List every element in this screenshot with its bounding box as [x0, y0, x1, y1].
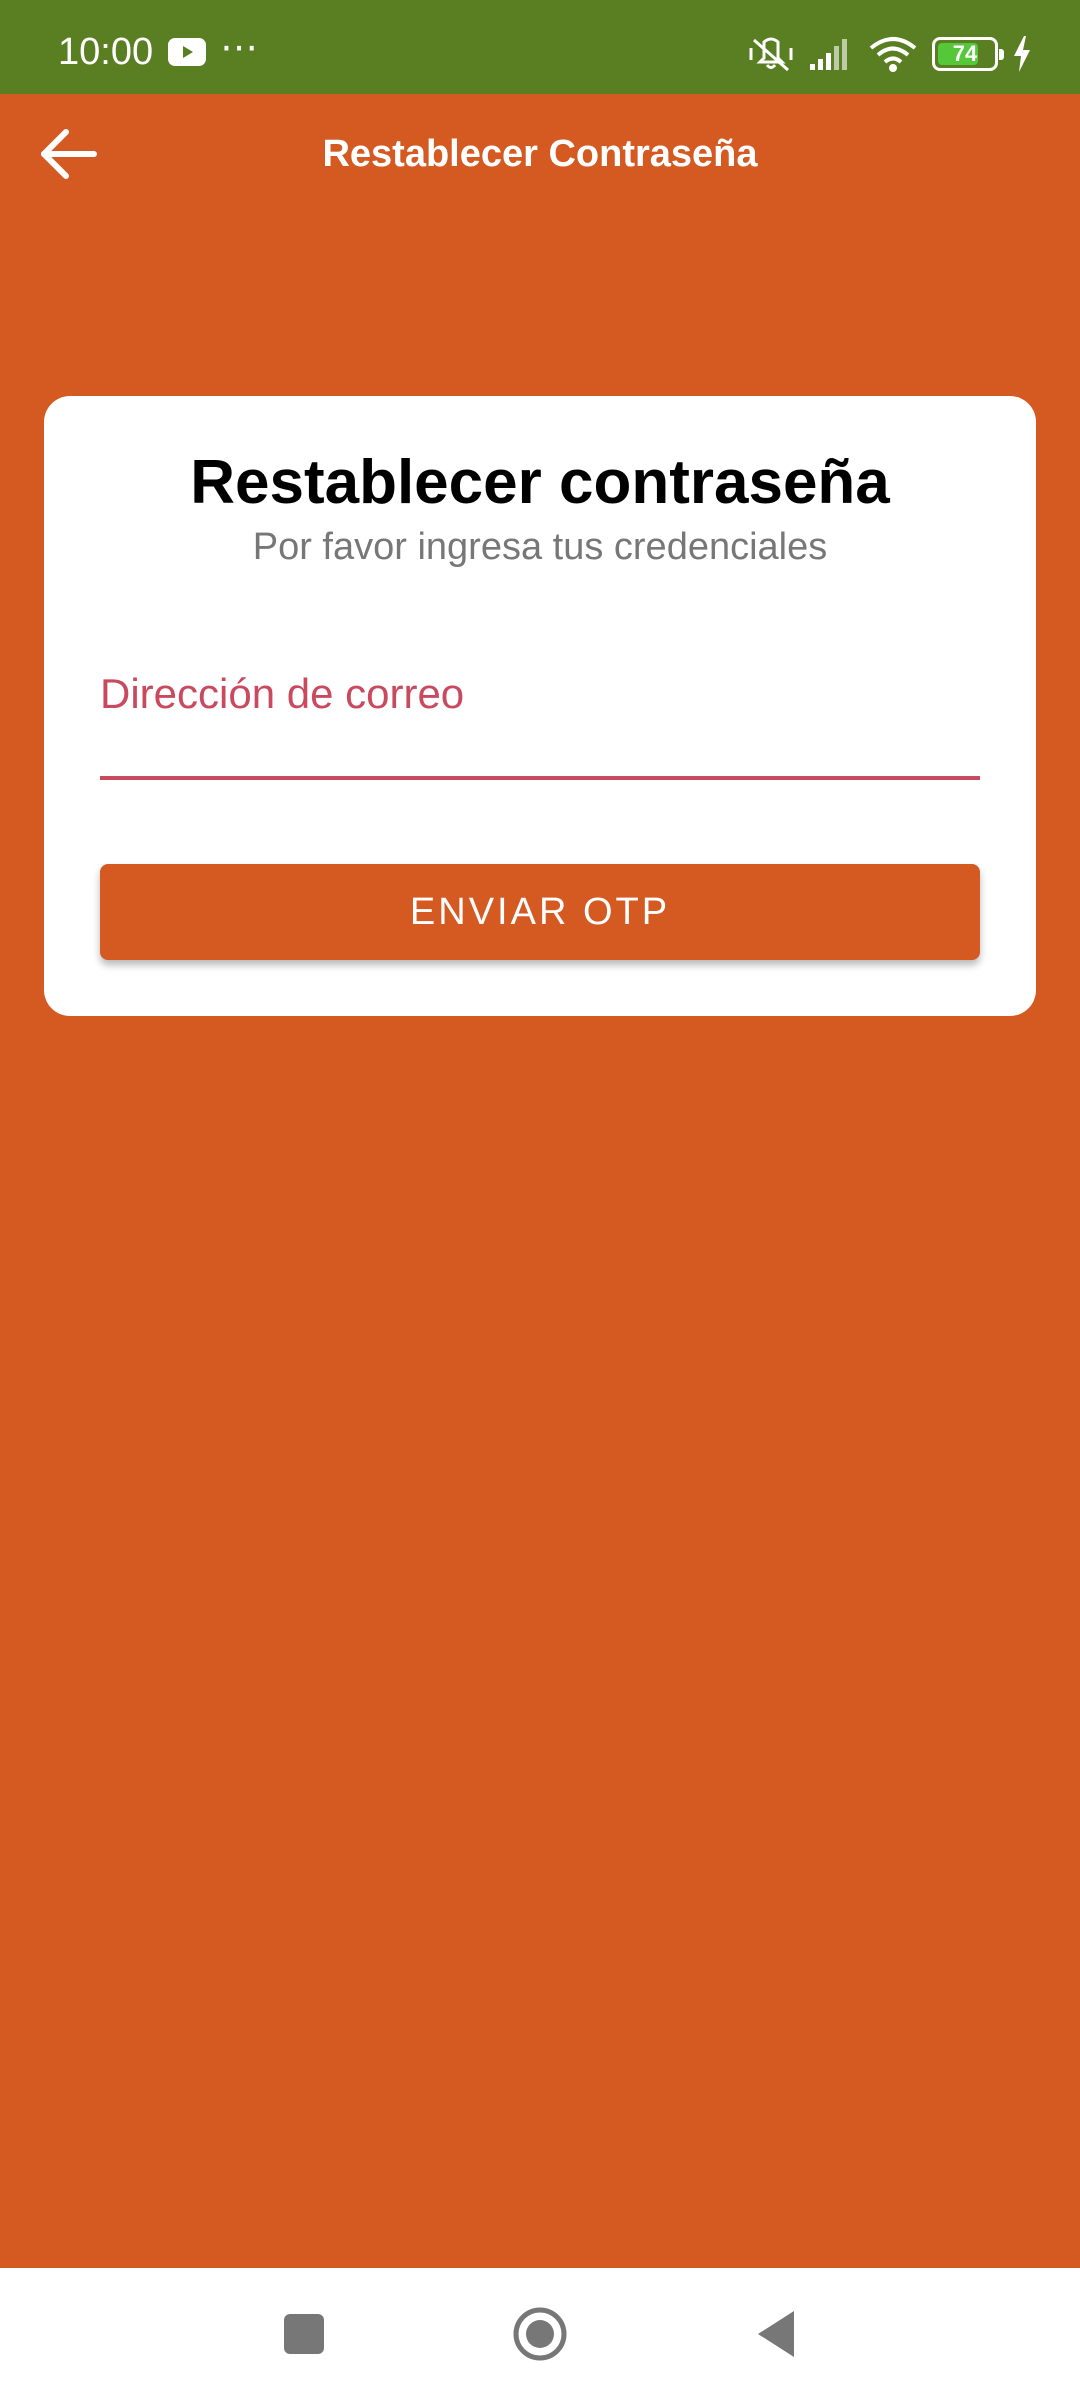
recents-icon	[284, 2314, 324, 2354]
wifi-icon	[869, 37, 917, 72]
email-field[interactable]	[100, 666, 980, 722]
card-title: Restablecer contraseña	[190, 448, 890, 517]
recents-button[interactable]	[264, 2294, 344, 2374]
battery-cap	[999, 49, 1004, 60]
charging-icon	[1014, 36, 1030, 72]
status-time: 10:00	[58, 31, 154, 73]
home-icon	[513, 2307, 567, 2361]
battery-icon: 74	[932, 37, 1004, 71]
card-subtitle: Por favor ingresa tus credenciales	[252, 526, 828, 568]
reset-password-card: Restablecer contraseña Por favor ingresa…	[44, 396, 1036, 1016]
navigation-bar	[0, 2268, 1080, 2400]
page-title: Restablecer Contraseña	[322, 133, 758, 175]
app-bar: Restablecer Contraseña	[0, 94, 1080, 214]
home-button[interactable]	[500, 2294, 580, 2374]
send-otp-button[interactable]: ENVIAR OTP	[100, 864, 980, 960]
youtube-icon	[168, 38, 206, 66]
battery-level: 74	[952, 41, 978, 66]
back-icon	[758, 2311, 794, 2357]
more-notifications-icon: ⋯	[220, 27, 260, 69]
signal-icon	[810, 39, 847, 70]
email-field-underline	[100, 776, 980, 780]
vibrate-off-icon	[749, 37, 793, 72]
status-icons: 74	[748, 30, 1032, 78]
system-back-button[interactable]	[736, 2294, 816, 2374]
status-bar: 10:00 ⋯ 74	[0, 0, 1080, 94]
